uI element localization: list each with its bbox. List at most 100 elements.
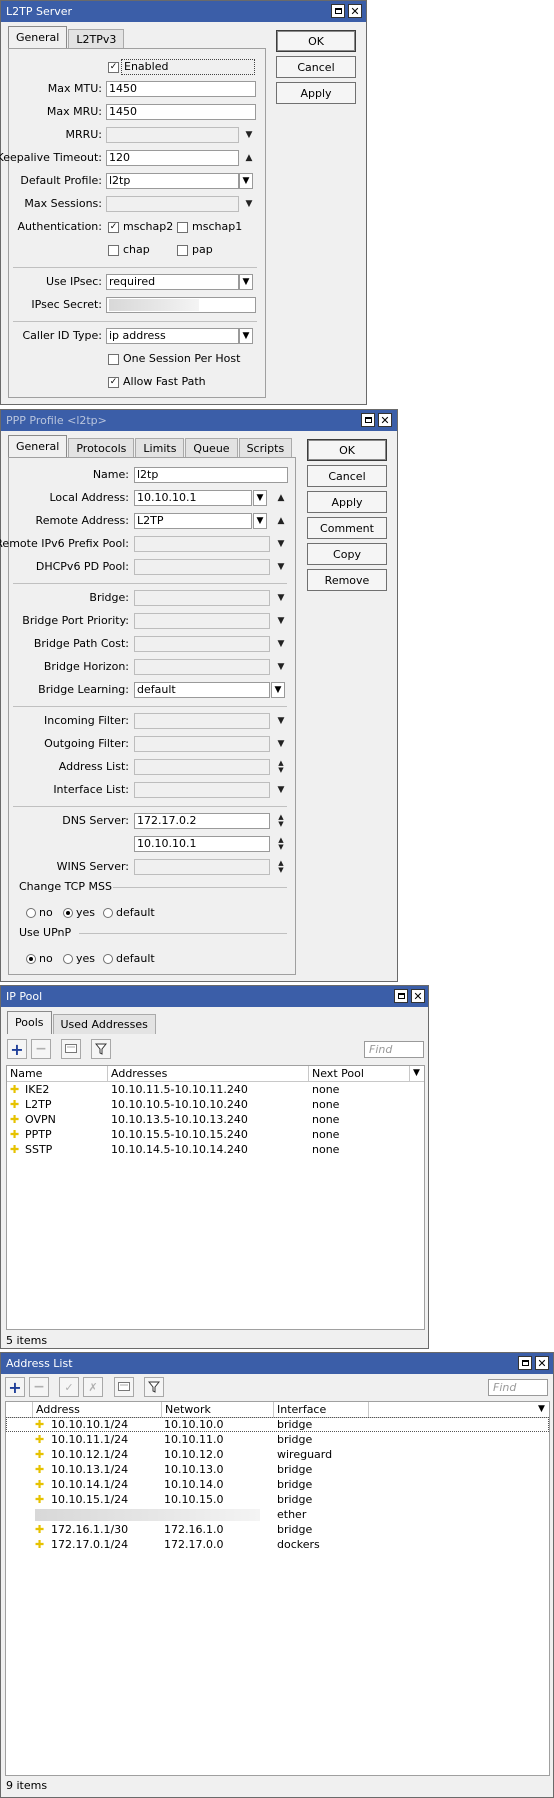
tab-queue[interactable]: Queue: [185, 438, 238, 458]
dropdown-arrow-icon[interactable]: ▼: [275, 713, 287, 729]
find-input[interactable]: Find: [364, 1041, 424, 1058]
dropdown-arrow-icon[interactable]: ▼: [275, 536, 287, 552]
close-icon[interactable]: ✕: [348, 4, 362, 18]
ok-button[interactable]: OK: [307, 439, 387, 461]
use-ipsec-select[interactable]: required: [106, 274, 239, 290]
filter-icon[interactable]: [91, 1039, 111, 1059]
table-row[interactable]: ✚ 172.16.1.1/30 172.16.1.0 bridge: [6, 1522, 549, 1537]
address-list-input[interactable]: [134, 759, 270, 775]
bridge-port-priority-input[interactable]: [134, 613, 270, 629]
dropdown-button-icon[interactable]: ▼: [253, 490, 267, 506]
max-mru-input[interactable]: 1450: [106, 104, 256, 120]
mschap1-checkbox[interactable]: [177, 222, 188, 233]
table-row[interactable]: ✚ 10.10.12.1/24 10.10.12.0 wireguard: [6, 1447, 549, 1462]
column-header-addresses[interactable]: Addresses: [108, 1066, 309, 1081]
dropdown-arrow-icon[interactable]: ▼: [243, 127, 255, 143]
bridge-path-cost-input[interactable]: [134, 636, 270, 652]
tcp-mss-yes-radio[interactable]: [63, 908, 73, 918]
table-row[interactable]: ✚ 10.10.11.1/24 10.10.11.0 bridge: [6, 1432, 549, 1447]
local-address-input[interactable]: 10.10.10.1: [134, 490, 252, 506]
interface-list-input[interactable]: [134, 782, 270, 798]
tcp-mss-no-radio[interactable]: [26, 908, 36, 918]
comment-button[interactable]: Comment: [307, 517, 387, 539]
remove-icon[interactable]: −: [29, 1377, 49, 1397]
tab-l2tpv3[interactable]: L2TPv3: [68, 29, 125, 49]
dhcpv6-pd-pool-input[interactable]: [134, 559, 270, 575]
find-input[interactable]: Find: [488, 1379, 548, 1396]
tab-used-addresses[interactable]: Used Addresses: [52, 1014, 156, 1034]
collapse-arrow-icon[interactable]: ▲: [243, 150, 255, 166]
maximize-icon[interactable]: [361, 413, 375, 427]
maximize-icon[interactable]: [331, 4, 345, 18]
remove-button[interactable]: Remove: [307, 569, 387, 591]
collapse-arrow-icon[interactable]: ▲: [275, 490, 287, 506]
mrru-input[interactable]: [106, 127, 239, 143]
column-header-next-pool[interactable]: Next Pool: [309, 1066, 410, 1081]
bridge-horizon-input[interactable]: [134, 659, 270, 675]
close-icon[interactable]: ✕: [411, 989, 425, 1003]
upnp-no-radio[interactable]: [26, 954, 36, 964]
dropdown-button-icon[interactable]: ▼: [239, 328, 253, 344]
l2tp-server-titlebar[interactable]: L2TP Server: [1, 1, 366, 22]
tcp-mss-default-radio[interactable]: [103, 908, 113, 918]
remote-address-input[interactable]: L2TP: [134, 513, 252, 529]
enabled-checkbox[interactable]: ✓: [108, 62, 119, 73]
keepalive-input[interactable]: 120: [106, 150, 239, 166]
table-row[interactable]: ✚ PPTP 10.10.15.5-10.10.15.240 none: [7, 1127, 424, 1142]
dns-server-input-1[interactable]: 172.17.0.2: [134, 813, 270, 829]
upnp-default-radio[interactable]: [103, 954, 113, 964]
dropdown-arrow-icon[interactable]: ▼: [275, 782, 287, 798]
bridge-input[interactable]: [134, 590, 270, 606]
disable-icon[interactable]: ✗: [83, 1377, 103, 1397]
table-row[interactable]: ether: [6, 1507, 549, 1522]
column-header-network[interactable]: Network: [162, 1402, 274, 1417]
tab-general[interactable]: General: [8, 26, 68, 49]
comment-icon[interactable]: [61, 1039, 81, 1059]
ipsec-secret-input[interactable]: [106, 297, 256, 313]
allow-fast-path-checkbox[interactable]: ✓: [108, 377, 119, 388]
dropdown-button-icon[interactable]: ▼: [253, 513, 267, 529]
column-menu-icon[interactable]: ▼: [535, 1402, 549, 1417]
table-row[interactable]: ✚ OVPN 10.10.13.5-10.10.13.240 none: [7, 1112, 424, 1127]
ppp-profile-titlebar[interactable]: PPP Profile <l2tp>: [1, 410, 397, 431]
dropdown-arrow-icon[interactable]: ▼: [275, 736, 287, 752]
apply-button[interactable]: Apply: [307, 491, 387, 513]
tab-protocols[interactable]: Protocols: [68, 438, 135, 458]
table-row[interactable]: ✚ SSTP 10.10.14.5-10.10.14.240 none: [7, 1142, 424, 1157]
dropdown-arrow-icon[interactable]: ▼: [275, 590, 287, 606]
table-row[interactable]: ✚ 10.10.15.1/24 10.10.15.0 bridge: [6, 1492, 549, 1507]
outgoing-filter-input[interactable]: [134, 736, 270, 752]
column-header-name[interactable]: Name: [7, 1066, 108, 1081]
table-row[interactable]: ✚ L2TP 10.10.10.5-10.10.10.240 none: [7, 1097, 424, 1112]
collapse-arrow-icon[interactable]: ▲: [275, 513, 287, 529]
copy-button[interactable]: Copy: [307, 543, 387, 565]
name-input[interactable]: l2tp: [134, 467, 288, 483]
updown-arrow-icon[interactable]: ▲ ▼: [275, 859, 287, 875]
bridge-learning-select[interactable]: default: [134, 682, 270, 698]
dropdown-arrow-icon[interactable]: ▼: [243, 196, 255, 212]
max-mtu-input[interactable]: 1450: [106, 81, 256, 97]
cancel-button[interactable]: Cancel: [276, 56, 356, 78]
remove-icon[interactable]: −: [31, 1039, 51, 1059]
updown-arrow-icon[interactable]: ▲ ▼: [275, 836, 287, 852]
caller-id-type-select[interactable]: ip address: [106, 328, 239, 344]
cancel-button[interactable]: Cancel: [307, 465, 387, 487]
dropdown-button-icon[interactable]: ▼: [239, 274, 253, 290]
close-icon[interactable]: ✕: [535, 1356, 549, 1370]
column-header-interface[interactable]: Interface: [274, 1402, 369, 1417]
remote-ipv6-prefix-pool-input[interactable]: [134, 536, 270, 552]
tab-pools[interactable]: Pools: [7, 1011, 52, 1034]
table-row[interactable]: ✚ IKE2 10.10.11.5-10.10.11.240 none: [7, 1082, 424, 1097]
maximize-icon[interactable]: [518, 1356, 532, 1370]
address-list-titlebar[interactable]: Address List: [1, 1353, 553, 1374]
dropdown-arrow-icon[interactable]: ▼: [275, 559, 287, 575]
mschap2-checkbox[interactable]: ✓: [108, 222, 119, 233]
ip-pool-titlebar[interactable]: IP Pool: [1, 986, 428, 1007]
tab-general[interactable]: General: [8, 435, 68, 458]
table-row[interactable]: ✚ 10.10.10.1/24 10.10.10.0 bridge: [6, 1417, 549, 1432]
dropdown-arrow-icon[interactable]: ▼: [275, 636, 287, 652]
enable-icon[interactable]: ✓: [59, 1377, 79, 1397]
dropdown-button-icon[interactable]: ▼: [239, 173, 253, 189]
column-header-address[interactable]: Address: [33, 1402, 162, 1417]
dns-server-input-2[interactable]: 10.10.10.1: [134, 836, 270, 852]
